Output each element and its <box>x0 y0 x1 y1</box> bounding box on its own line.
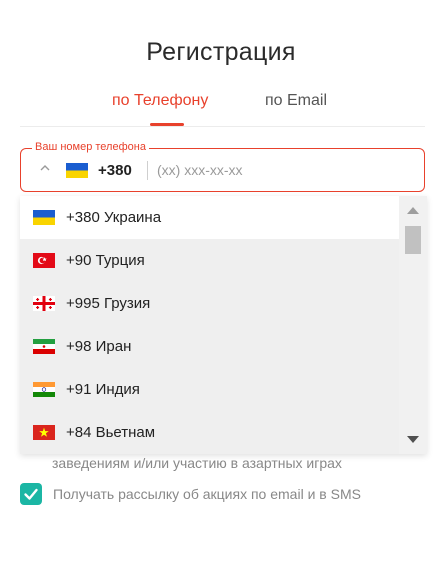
phone-field-label: Ваш номер телефона <box>32 140 149 154</box>
tab-email[interactable]: по Email <box>265 92 327 110</box>
page-title: Регистрация <box>146 38 296 66</box>
country-option-ukraine[interactable]: +380 Украина <box>20 196 399 239</box>
georgia-flag-icon <box>33 296 55 311</box>
country-option-turkey[interactable]: +90 Турция <box>20 239 399 282</box>
country-option-label: +84 Вьетнам <box>66 424 156 441</box>
country-option-label: +995 Грузия <box>66 295 151 312</box>
scroll-down-arrow-icon[interactable] <box>407 436 419 444</box>
ukraine-flag-icon <box>66 163 88 178</box>
scroll-up-arrow-icon[interactable] <box>407 206 419 214</box>
newsletter-label: Получать рассылку об акциях по email и в… <box>53 486 361 502</box>
checkmark-icon <box>24 488 38 500</box>
scroll-thumb[interactable] <box>405 226 421 254</box>
phone-field[interactable]: Ваш номер телефона +380 <box>20 140 425 192</box>
phone-input[interactable] <box>157 159 407 181</box>
country-option-label: +98 Иран <box>66 338 132 355</box>
vietnam-flag-icon <box>33 425 55 440</box>
consent-text: заведениям и/или участию в азартных игра… <box>52 455 342 471</box>
country-option-label: +91 Индия <box>66 381 140 398</box>
field-separator <box>147 161 148 180</box>
dropdown-scrollbar[interactable] <box>399 196 427 454</box>
tab-phone[interactable]: по Телефону <box>112 92 208 110</box>
country-option-iran[interactable]: +98 Иран <box>20 325 399 368</box>
tabs-divider <box>20 126 425 127</box>
iran-flag-icon <box>33 339 55 354</box>
country-option-label: +380 Украина <box>66 209 162 226</box>
country-option-vietnam[interactable]: +84 Вьетнам <box>20 411 399 454</box>
india-flag-icon <box>33 382 55 397</box>
ukraine-flag-icon <box>33 210 55 225</box>
country-list: +380 Украина +90 Турция +995 Грузия +98 … <box>20 196 399 454</box>
newsletter-checkbox[interactable] <box>20 483 42 505</box>
country-option-india[interactable]: +91 Индия <box>20 368 399 411</box>
selected-country-code: +380 <box>98 162 132 179</box>
chevron-up-icon[interactable] <box>40 163 50 173</box>
turkey-flag-icon <box>33 253 55 268</box>
country-dropdown: +380 Украина +90 Турция +995 Грузия +98 … <box>20 196 427 454</box>
country-option-label: +90 Турция <box>66 252 145 269</box>
country-option-georgia[interactable]: +995 Грузия <box>20 282 399 325</box>
registration-tabs: по Телефону по Email <box>0 92 442 128</box>
